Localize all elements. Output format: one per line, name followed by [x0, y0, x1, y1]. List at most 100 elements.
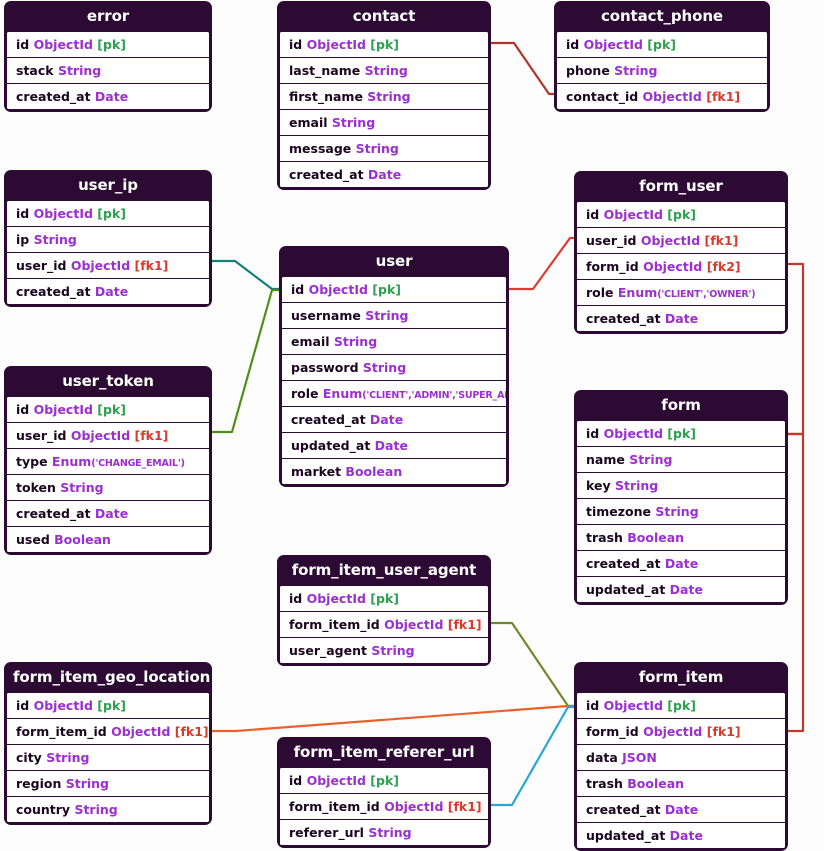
field-row[interactable]: id ObjectId [pk]: [557, 31, 767, 58]
field-row[interactable]: created_at Date: [577, 550, 785, 577]
table-form[interactable]: form id ObjectId [pk] name String key Strin…: [574, 390, 788, 605]
table-form_user[interactable]: form_user id ObjectId [pk] user_id ObjectI…: [574, 171, 788, 335]
field-row[interactable]: id ObjectId [pk]: [280, 585, 488, 612]
field-row[interactable]: id ObjectId [pk]: [280, 767, 488, 794]
pk-badge: [pk]: [97, 401, 126, 417]
field-row[interactable]: created_at Date: [577, 796, 785, 823]
relationship-form_item_referer_url-form_item[interactable]: [489, 705, 576, 807]
table-user_token[interactable]: user_token id ObjectId [pk] user_id Object…: [4, 366, 212, 556]
field-type: Boolean: [627, 775, 685, 791]
relationship-form_item_user_agent-form_item[interactable]: [489, 621, 576, 708]
field-enum-values: ('CHANGE_EMAIL'): [91, 457, 185, 469]
field-row[interactable]: email String: [282, 328, 506, 355]
field-name: id: [289, 772, 303, 788]
field-row[interactable]: key String: [577, 472, 785, 499]
field-row[interactable]: referer_url String: [280, 819, 488, 845]
field-enum-values: ('CLIENT','ADMIN','SUPER_ADMIN'): [362, 389, 506, 401]
field-row[interactable]: created_at Date: [7, 83, 209, 109]
field-row[interactable]: name String: [577, 446, 785, 473]
relationship-form-form_item[interactable]: [786, 432, 805, 733]
field-name: id: [16, 205, 30, 221]
field-row[interactable]: id ObjectId [pk]: [577, 692, 785, 719]
field-row[interactable]: updated_at Date: [282, 433, 506, 460]
field-row[interactable]: trash Boolean: [577, 524, 785, 551]
field-row[interactable]: phone String: [557, 57, 767, 84]
field-type: Date: [374, 438, 408, 454]
table-error[interactable]: error id ObjectId [pk] stack String created…: [4, 1, 212, 112]
field-type: String: [57, 62, 102, 78]
table-form_item_user_agent[interactable]: form_item_user_agent id ObjectId [pk] form…: [277, 555, 491, 666]
field-row[interactable]: country String: [7, 796, 209, 822]
field-row[interactable]: token String: [7, 475, 209, 502]
field-row[interactable]: user_id ObjectId [fk1]: [577, 227, 785, 254]
field-row[interactable]: market Boolean: [282, 459, 506, 485]
field-name: created_at: [291, 412, 366, 428]
field-row[interactable]: created_at Date: [282, 407, 506, 434]
relationship-user-form_user[interactable]: [507, 236, 576, 291]
field-row[interactable]: form_id ObjectId [fk2]: [577, 253, 785, 280]
field-row[interactable]: created_at Date: [7, 501, 209, 528]
field-type: String: [367, 88, 411, 104]
field-row[interactable]: form_item_id ObjectId [fk1]: [280, 611, 488, 638]
field-row[interactable]: stack String: [7, 57, 209, 84]
field-row[interactable]: id ObjectId [pk]: [7, 200, 209, 227]
field-row[interactable]: updated_at Date: [577, 576, 785, 602]
table-form_item[interactable]: form_item id ObjectId [pk] form_id ObjectI…: [574, 662, 788, 851]
relationship-user_ip-user[interactable]: [210, 259, 281, 291]
field-row[interactable]: id ObjectId [pk]: [282, 276, 506, 303]
field-row[interactable]: ip String: [7, 226, 209, 253]
field-row[interactable]: user_id ObjectId [fk1]: [7, 422, 209, 449]
table-user_ip[interactable]: user_ip id ObjectId [pk] ip String user_id …: [4, 170, 212, 307]
field-row[interactable]: message String: [280, 135, 488, 162]
field-row[interactable]: last_name String: [280, 57, 488, 84]
field-row[interactable]: id ObjectId [pk]: [7, 692, 209, 719]
field-row[interactable]: user_agent String: [280, 637, 488, 663]
field-row[interactable]: used Boolean: [7, 527, 209, 553]
field-name: created_at: [16, 283, 91, 299]
field-type: Enum: [322, 385, 363, 401]
relationship-contact-contact_phone[interactable]: [489, 41, 556, 96]
field-row[interactable]: timezone String: [577, 498, 785, 525]
field-row[interactable]: form_item_id ObjectId [fk1]: [7, 718, 209, 745]
field-row[interactable]: id ObjectId [pk]: [7, 396, 209, 423]
field-row[interactable]: email String: [280, 109, 488, 136]
table-form_item_geo_location[interactable]: form_item_geo_location id ObjectId [pk] fo…: [4, 662, 212, 825]
field-row[interactable]: trash Boolean: [577, 770, 785, 797]
field-row[interactable]: region String: [7, 770, 209, 797]
field-row[interactable]: form_id ObjectId [fk1]: [577, 718, 785, 745]
field-row[interactable]: created_at Date: [577, 306, 785, 332]
field-type: Date: [94, 88, 129, 104]
field-row[interactable]: updated_at Date: [577, 822, 785, 848]
table-contact[interactable]: contact id ObjectId [pk] last_name String f…: [277, 1, 491, 190]
field-row[interactable]: user_id ObjectId [fk1]: [7, 252, 209, 279]
field-row[interactable]: city String: [7, 744, 209, 771]
relationship-form_user-form[interactable]: [786, 262, 805, 436]
field-name: timezone: [586, 503, 652, 519]
field-row[interactable]: id ObjectId [pk]: [577, 420, 785, 447]
field-row[interactable]: type Enum('CHANGE_EMAIL'): [7, 448, 209, 476]
field-row[interactable]: contact_id ObjectId [fk1]: [557, 83, 767, 109]
field-row[interactable]: role Enum('CLIENT','OWNER'): [577, 279, 785, 307]
field-row[interactable]: username String: [282, 302, 506, 329]
field-row[interactable]: id ObjectId [pk]: [280, 31, 488, 58]
field-row[interactable]: form_item_id ObjectId [fk1]: [280, 793, 488, 820]
field-name: user_id: [16, 257, 67, 273]
table-form_item_referer_url[interactable]: form_item_referer_url id ObjectId [pk] for…: [277, 737, 491, 848]
field-type: Date: [369, 412, 404, 428]
field-row[interactable]: created_at Date: [7, 278, 209, 304]
field-row[interactable]: created_at Date: [280, 161, 488, 187]
field-type: ObjectId: [603, 206, 663, 222]
relationship-form_item_geo_location-form_item[interactable]: [210, 704, 576, 733]
field-row[interactable]: id ObjectId [pk]: [7, 31, 209, 58]
pk-badge: [pk]: [97, 36, 126, 52]
field-row[interactable]: password String: [282, 354, 506, 381]
field-row[interactable]: first_name String: [280, 83, 488, 110]
relationship-user_token-user[interactable]: [210, 288, 281, 434]
field-row[interactable]: data JSON: [577, 744, 785, 771]
field-type: String: [333, 333, 378, 349]
field-row[interactable]: role Enum('CLIENT','ADMIN','SUPER_ADMIN'…: [282, 380, 506, 408]
field-row[interactable]: id ObjectId [pk]: [577, 201, 785, 228]
field-type: ObjectId: [33, 401, 93, 417]
table-user[interactable]: user id ObjectId [pk] username String email…: [279, 246, 509, 488]
table-contact_phone[interactable]: contact_phone id ObjectId [pk] phone Strin…: [554, 1, 770, 112]
